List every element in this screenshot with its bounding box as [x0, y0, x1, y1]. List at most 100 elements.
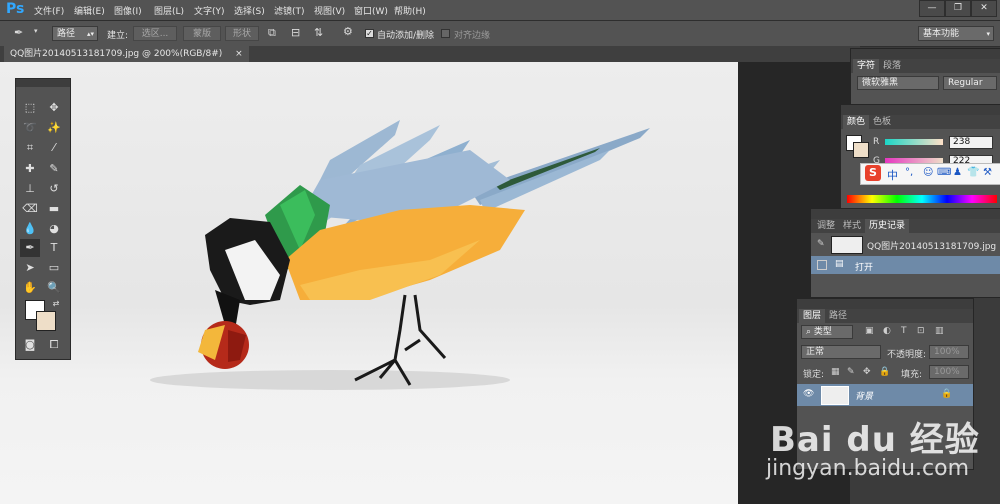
adjustment-filter-icon[interactable]: ◐	[883, 326, 891, 336]
layer-name[interactable]: 背景	[855, 389, 873, 402]
lock-position-icon[interactable]: ✥	[863, 367, 871, 377]
dodge-tool-icon[interactable]: ◕	[44, 220, 64, 238]
font-style-dropdown[interactable]: Regular	[943, 76, 997, 90]
path-arrangement-icon[interactable]: ⇅	[314, 26, 323, 39]
pen-tool-icon[interactable]: ✒	[14, 26, 23, 39]
layer-row-background[interactable]: 👁 背景 🔒	[797, 384, 973, 406]
healing-brush-tool-icon[interactable]: ✚	[20, 160, 40, 178]
history-brush-tool-icon[interactable]: ↺	[44, 180, 64, 198]
menu-item[interactable]: 图层(L)	[154, 4, 184, 17]
history-panel-header[interactable]	[811, 209, 1000, 219]
align-edges-checkbox[interactable]	[441, 29, 450, 38]
lock-all-icon[interactable]: 🔒	[879, 367, 890, 377]
history-brush-source-icon[interactable]: ✎	[817, 239, 825, 249]
path-selection-tool-icon[interactable]: ➤	[20, 259, 40, 277]
background-color-swatch[interactable]	[36, 311, 56, 331]
pen-tool-icon[interactable]: ✒	[20, 239, 40, 257]
menu-item[interactable]: 视图(V)	[314, 4, 345, 17]
eraser-tool-icon[interactable]: ⌫	[20, 200, 40, 218]
marquee-tool-icon[interactable]: ⬚	[20, 99, 40, 117]
red-value-field[interactable]: 238	[949, 136, 993, 149]
opacity-field[interactable]: 100%	[929, 345, 969, 359]
lock-transparent-icon[interactable]: ▦	[831, 367, 840, 377]
menu-item[interactable]: 滤镜(T)	[274, 4, 305, 17]
restore-button[interactable]: ❐	[945, 0, 971, 17]
move-tool-icon[interactable]: ✥	[44, 99, 64, 117]
menu-item[interactable]: 文字(Y)	[194, 4, 225, 17]
tab-color[interactable]: 颜色	[843, 115, 870, 129]
hand-tool-icon[interactable]: ✋	[20, 279, 40, 297]
document-tab[interactable]: QQ图片20140513181709.jpg @ 200%(RGB/8#) ×	[4, 46, 249, 62]
menu-item[interactable]: 帮助(H)	[394, 4, 426, 17]
fill-field[interactable]: 100%	[929, 365, 969, 379]
tab-adjustments[interactable]: 调整	[813, 219, 839, 233]
skin-icon[interactable]: 👕	[967, 167, 979, 178]
minimize-button[interactable]: —	[919, 0, 945, 17]
path-mode-dropdown[interactable]: 路径 ▴▾	[52, 26, 98, 41]
make-shape-button[interactable]: 形状	[225, 26, 259, 41]
character-panel-header[interactable]	[851, 49, 1000, 59]
eyedropper-tool-icon[interactable]: ⁄	[44, 139, 64, 157]
keyboard-icon[interactable]: ⌨	[937, 167, 951, 178]
tools-panel-header[interactable]	[16, 79, 70, 87]
pixel-filter-icon[interactable]: ▣	[865, 326, 874, 336]
type-filter-icon[interactable]: T	[901, 326, 907, 336]
close-window-button[interactable]: ✕	[971, 0, 997, 17]
tab-styles[interactable]: 样式	[839, 219, 865, 233]
red-slider[interactable]	[885, 139, 943, 145]
snapshot-name[interactable]: QQ图片20140513181709.jpg	[867, 239, 996, 252]
tool-preset-chevron-icon[interactable]: ▾	[34, 27, 38, 35]
tab-swatches[interactable]: 色板	[869, 115, 895, 129]
menu-item[interactable]: 编辑(E)	[74, 4, 105, 17]
history-state-row[interactable]: ▤ 打开	[811, 256, 1000, 274]
menu-item[interactable]: 文件(F)	[34, 4, 64, 17]
close-tab-icon[interactable]: ×	[235, 49, 243, 59]
quick-mask-icon[interactable]: ◙	[20, 336, 40, 354]
tab-character[interactable]: 字符	[853, 59, 880, 73]
screen-mode-icon[interactable]: ⧠	[44, 336, 64, 354]
history-checkbox[interactable]	[817, 260, 827, 270]
color-spectrum-bar[interactable]	[847, 195, 997, 203]
background-color-preview[interactable]	[853, 142, 869, 158]
lasso-tool-icon[interactable]: ➰	[20, 119, 40, 137]
clone-stamp-tool-icon[interactable]: ⊥	[20, 180, 40, 198]
rectangle-tool-icon[interactable]: ▭	[44, 259, 64, 277]
user-icon[interactable]: ♟	[953, 167, 962, 178]
smart-object-filter-icon[interactable]: ▥	[935, 326, 944, 336]
blur-tool-icon[interactable]: 💧	[20, 220, 40, 238]
path-operations-icon[interactable]: ⧉	[268, 26, 276, 40]
shape-filter-icon[interactable]: ⊡	[917, 326, 925, 336]
make-mask-button[interactable]: 蒙版	[183, 26, 221, 41]
tab-layers[interactable]: 图层	[799, 309, 826, 323]
menu-item[interactable]: 选择(S)	[234, 4, 265, 17]
tab-paragraph[interactable]: 段落	[879, 59, 905, 73]
menu-item[interactable]: 窗口(W)	[354, 4, 388, 17]
tools-icon[interactable]: ⚒	[983, 167, 992, 178]
document-canvas[interactable]	[0, 62, 738, 504]
make-selection-button[interactable]: 选区...	[133, 26, 177, 41]
tab-paths[interactable]: 路径	[825, 309, 851, 323]
layers-panel-header[interactable]	[797, 299, 973, 309]
punctuation-icon[interactable]: °,	[905, 167, 913, 178]
eye-visibility-icon[interactable]: 👁	[803, 389, 814, 399]
gradient-tool-icon[interactable]: ▬	[44, 200, 64, 218]
magic-wand-tool-icon[interactable]: ✨	[44, 119, 64, 137]
gear-icon[interactable]: ⚙	[343, 25, 353, 38]
workspace-dropdown[interactable]: 基本功能 ▾	[918, 26, 994, 41]
swap-colors-icon[interactable]: ⇄	[46, 295, 66, 313]
layer-filter-dropdown[interactable]: ⌕ 类型	[801, 325, 853, 339]
sogou-logo[interactable]: S	[865, 165, 881, 181]
auto-add-delete-checkbox[interactable]: ✓	[365, 29, 374, 38]
tab-history[interactable]: 历史记录	[865, 219, 910, 233]
menu-item[interactable]: 图像(I)	[114, 4, 142, 17]
lock-image-icon[interactable]: ✎	[847, 367, 855, 377]
brush-tool-icon[interactable]: ✎	[44, 160, 64, 178]
blend-mode-dropdown[interactable]: 正常	[801, 345, 881, 359]
font-family-dropdown[interactable]: 微软雅黑	[857, 76, 939, 90]
path-alignment-icon[interactable]: ⊟	[291, 26, 300, 39]
type-tool-icon[interactable]: T	[44, 239, 64, 257]
chinese-mode-indicator[interactable]: 中	[887, 167, 898, 183]
color-panel-header[interactable]	[841, 105, 1000, 115]
emoji-icon[interactable]: ☺	[923, 167, 933, 178]
crop-tool-icon[interactable]: ⌗	[20, 139, 40, 157]
